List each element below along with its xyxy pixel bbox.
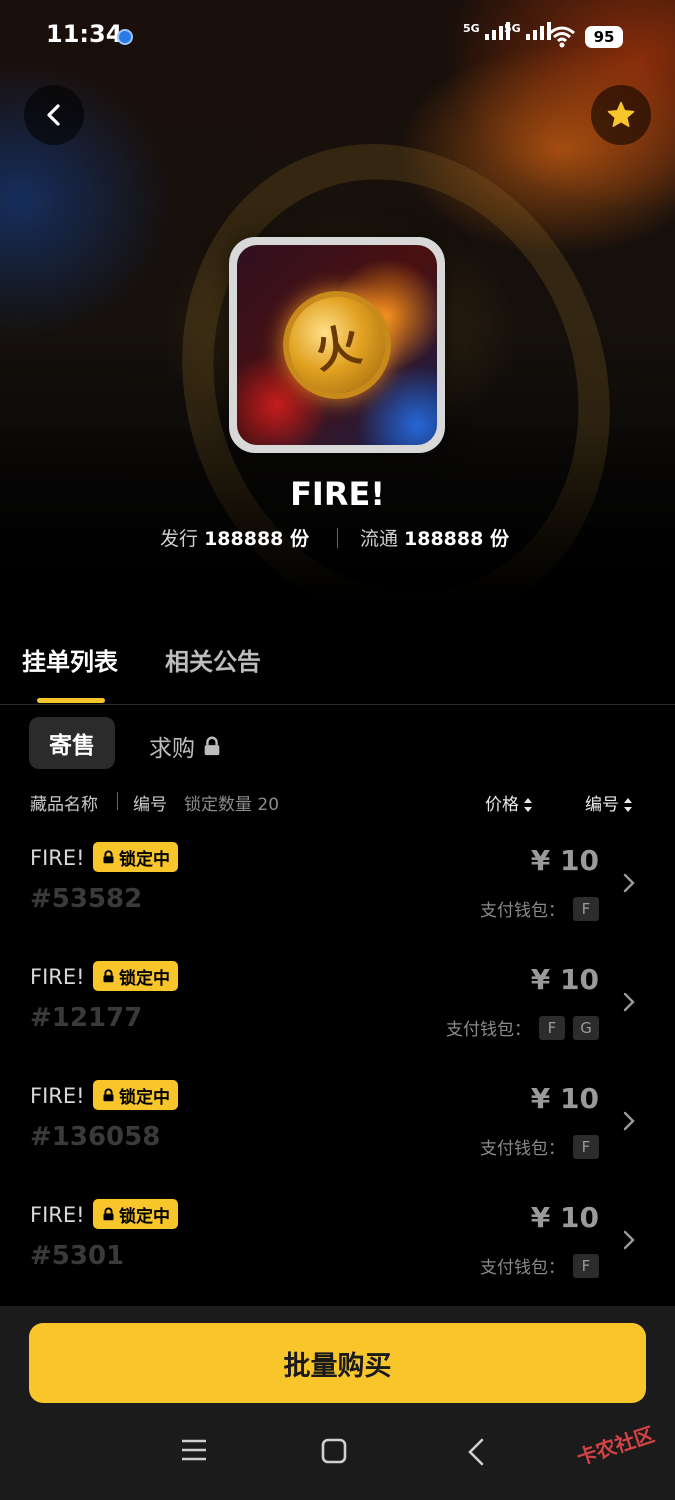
collection-title: FIRE! xyxy=(290,475,385,513)
listing-id: #53582 xyxy=(30,884,143,914)
subtab-wanted[interactable]: 求购 xyxy=(149,729,223,763)
bulk-buy-button[interactable]: 批量购买 xyxy=(29,1323,646,1403)
issued-value: 188888 份 xyxy=(204,528,309,550)
payment-wallets: 支付钱包： F xyxy=(480,1253,599,1278)
locked-badge: 锁定中 xyxy=(93,1199,178,1229)
listing-id: #5301 xyxy=(30,1241,125,1271)
lock-icon xyxy=(103,969,114,983)
listing-id: #12177 xyxy=(30,1003,143,1033)
listing-name: FIRE! xyxy=(30,965,85,989)
signal-icon: 5G xyxy=(504,22,551,40)
listing-name: FIRE! xyxy=(30,846,85,870)
divider xyxy=(337,527,338,548)
payment-wallets: 支付钱包： F G xyxy=(446,1015,599,1040)
listing-row[interactable]: FIRE! 锁定中 #136058 ¥ 10 支付钱包： F xyxy=(0,1080,675,1202)
listing-row[interactable]: FIRE! 锁定中 #12177 ¥ 10 支付钱包： F G xyxy=(0,961,675,1083)
wallet-tag: F xyxy=(573,896,599,921)
tab-listings[interactable]: 挂单列表 xyxy=(22,642,118,677)
payment-wallets: 支付钱包： F xyxy=(480,1134,599,1159)
chevron-left-icon xyxy=(47,104,60,126)
listing-price: ¥ 10 xyxy=(530,963,599,996)
listing-row[interactable]: FIRE! 锁定中 #53582 ¥ 10 支付钱包： F xyxy=(0,842,675,964)
listing-price: ¥ 10 xyxy=(530,844,599,877)
divider xyxy=(117,792,118,810)
main-tabs: 挂单列表 相关公告 xyxy=(0,636,675,705)
subtab-wanted-label: 求购 xyxy=(149,736,195,762)
locked-badge: 锁定中 xyxy=(93,1080,178,1110)
listing-id: #136058 xyxy=(30,1122,161,1152)
chevron-right-icon xyxy=(623,992,635,1012)
chevron-right-icon xyxy=(623,1230,635,1250)
listing-price: ¥ 10 xyxy=(530,1201,599,1234)
wifi-icon xyxy=(549,26,575,48)
wallet-tag: F xyxy=(573,1253,599,1278)
column-collection-name: 藏品名称 xyxy=(30,795,98,815)
status-bar: 11:34 5G 5G 95 xyxy=(0,0,675,72)
circulation-label: 流通 xyxy=(360,528,399,550)
back-button[interactable] xyxy=(24,85,84,145)
collection-stats: 发行 188888 份 流通 188888 份 xyxy=(0,524,675,551)
sort-by-number[interactable]: 编号 xyxy=(585,790,633,815)
listing-name: FIRE! xyxy=(30,1084,85,1108)
issued-label: 发行 xyxy=(160,528,199,550)
signal-icon: 5G xyxy=(463,22,510,40)
listing-price: ¥ 10 xyxy=(530,1082,599,1115)
circulation-value: 188888 份 xyxy=(404,528,509,550)
battery-indicator: 95 xyxy=(585,26,623,48)
collection-image: 火 xyxy=(229,237,445,453)
tab-announcements[interactable]: 相关公告 xyxy=(165,642,261,677)
listing-row[interactable]: FIRE! 锁定中 #5301 ¥ 10 支付钱包： F xyxy=(0,1199,675,1321)
locked-badge: 锁定中 xyxy=(93,961,178,991)
lock-count: 锁定数量 20 xyxy=(184,795,280,815)
nav-back-icon[interactable] xyxy=(466,1438,486,1466)
chevron-right-icon xyxy=(623,873,635,893)
status-time: 11:34 xyxy=(46,20,123,48)
tab-indicator xyxy=(37,698,105,703)
lock-icon xyxy=(204,736,220,756)
home-icon[interactable] xyxy=(321,1438,347,1464)
wallet-tag: F xyxy=(573,1134,599,1159)
lock-icon xyxy=(103,1207,114,1221)
sort-icon xyxy=(524,798,532,812)
lock-icon xyxy=(103,850,114,864)
chevron-right-icon xyxy=(623,1111,635,1131)
menu-icon[interactable] xyxy=(181,1438,207,1462)
listing-name: FIRE! xyxy=(30,1203,85,1227)
sort-by-price[interactable]: 价格 xyxy=(485,790,533,815)
lock-icon xyxy=(103,1088,114,1102)
payment-wallets: 支付钱包： F xyxy=(480,896,599,921)
coin-image: 火 xyxy=(272,280,402,410)
locked-badge: 锁定中 xyxy=(93,842,178,872)
star-icon xyxy=(607,101,635,127)
wallet-tag: G xyxy=(573,1015,599,1040)
app-notification-icon xyxy=(117,29,133,45)
subtab-consignment[interactable]: 寄售 xyxy=(29,717,115,769)
column-number: 编号 xyxy=(133,795,167,815)
favorite-button[interactable] xyxy=(591,85,651,145)
sort-icon xyxy=(624,798,632,812)
wallet-tag: F xyxy=(539,1015,565,1040)
